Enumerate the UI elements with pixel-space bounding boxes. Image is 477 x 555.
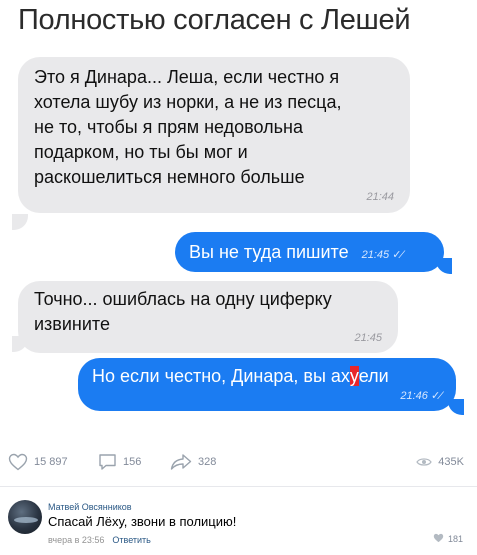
message-time: 21:46 ✓⁄ [400, 390, 442, 402]
comment-author[interactable]: Матвей Овсянников [48, 502, 132, 512]
comment-button[interactable]: 156 [98, 451, 141, 473]
message-line: Точно... ошиблась на одну циферку [34, 289, 332, 309]
message-outgoing: Вы не туда пишите 21:45 ✓⁄ [175, 232, 444, 272]
highlight-mark: у [349, 366, 359, 386]
message-line: не то, чтобы я прям недовольна [34, 117, 303, 137]
avatar[interactable] [8, 500, 42, 534]
comment-likes-count: 181 [447, 534, 463, 544]
post-actions: 15 897 156 328 435K [8, 451, 468, 473]
message-text: Вы не туда пишите [189, 242, 349, 262]
message-line: раскошелиться немного больше [34, 167, 305, 187]
shares-count: 328 [198, 456, 217, 468]
divider [0, 486, 477, 487]
likes-count: 15 897 [34, 456, 68, 468]
message-line: Это я Динара... Леша, если честно я [34, 67, 340, 87]
comment-like-button[interactable]: 181 [433, 533, 463, 545]
message-time: 21:45 ✓⁄ [361, 249, 404, 261]
message-outgoing: Но если честно, Динара, вы ахуели 21:46 … [78, 358, 456, 411]
eye-icon [416, 456, 433, 468]
like-button[interactable]: 15 897 [8, 451, 68, 473]
message-line: хотела шубу из норки, а не из песца, [34, 92, 342, 112]
views-count: 435K [438, 456, 464, 468]
share-icon [170, 453, 192, 471]
comment-time: вчера в 23:56 [48, 535, 105, 545]
bubble-tail [448, 399, 464, 415]
heart-icon [8, 453, 28, 471]
message-incoming: Точно... ошиблась на одну циферку извини… [18, 281, 398, 353]
comment-icon [98, 453, 117, 471]
message-line: подарком, но ты бы мог и [34, 142, 248, 162]
comment-meta: вчера в 23:56 Ответить [48, 535, 151, 545]
bubble-tail [12, 214, 28, 230]
bubble-tail [12, 336, 28, 352]
views-counter: 435K [416, 451, 464, 473]
comment-text: Спасай Лёху, звони в полицию! [48, 514, 237, 529]
bubble-tail [436, 258, 452, 274]
post-title: Полностью согласен с Лешей [18, 4, 411, 36]
message-time: 21:44 [366, 191, 394, 203]
heart-icon [433, 533, 444, 545]
message-incoming: Это я Динара... Леша, если честно я хоте… [18, 57, 410, 213]
comments-count: 156 [123, 456, 142, 468]
message-text: Но если честно, Динара, вы ахуели [92, 366, 389, 386]
share-button[interactable]: 328 [170, 451, 216, 473]
reply-link[interactable]: Ответить [112, 535, 150, 545]
